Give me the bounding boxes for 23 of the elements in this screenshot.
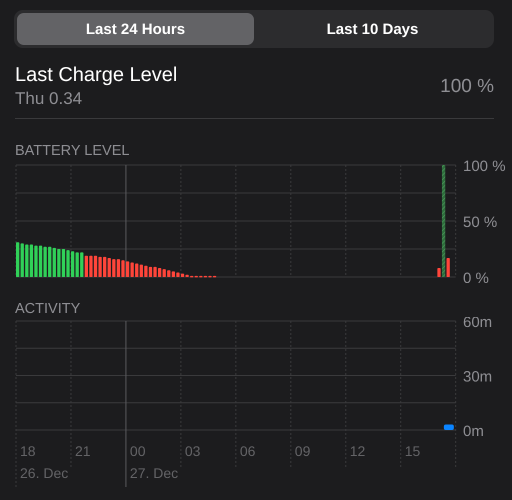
axis-label: 03 bbox=[184, 443, 200, 459]
section-title: ACTIVITY bbox=[15, 301, 82, 317]
axis-label: 00 bbox=[130, 443, 146, 459]
axis-label: 06 bbox=[240, 443, 256, 459]
section-title: BATTERY LEVEL bbox=[15, 143, 130, 159]
axis-label: 50 % bbox=[463, 214, 498, 231]
tab[interactable]: Last 10 Days bbox=[254, 13, 491, 45]
tab[interactable]: Last 24 Hours bbox=[17, 13, 254, 45]
axis-label: 0 % bbox=[463, 270, 489, 283]
date-label: 27. Dec bbox=[130, 465, 178, 481]
charge-title: Last Charge Level bbox=[15, 64, 178, 87]
charge-value: 100 % bbox=[440, 76, 494, 98]
date-label: 26. Dec bbox=[20, 465, 68, 481]
axis-label: 100 % bbox=[463, 159, 506, 175]
axis-label: 0m bbox=[463, 423, 484, 440]
charge-time: Thu 0.34 bbox=[15, 89, 84, 109]
axis-label: 12 bbox=[350, 443, 366, 459]
axis-label: 18 bbox=[20, 443, 36, 459]
axis-label: 30m bbox=[463, 368, 492, 386]
bar bbox=[444, 424, 454, 430]
axis-label: 21 bbox=[74, 443, 91, 459]
axis-label: 09 bbox=[294, 443, 310, 459]
axis-label: 15 bbox=[404, 443, 420, 459]
